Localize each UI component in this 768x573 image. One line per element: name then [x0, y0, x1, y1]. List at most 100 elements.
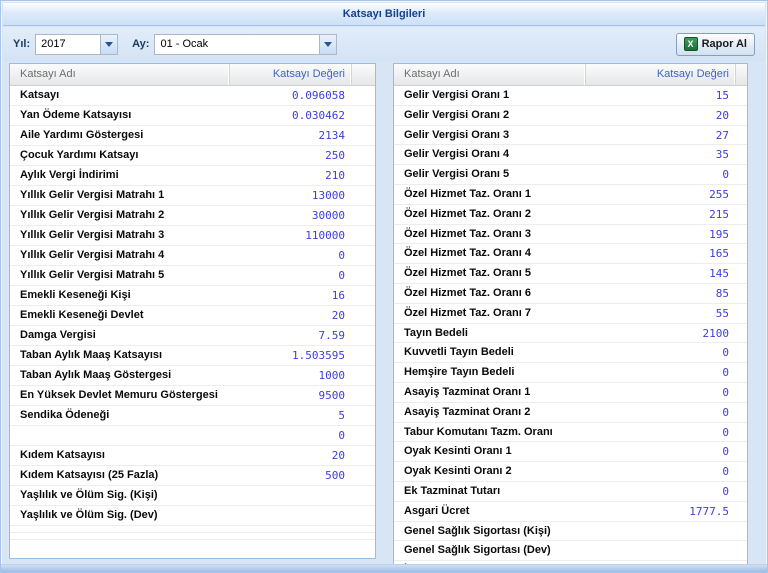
row-name: Özel Hizmet Taz. Oranı 5 [394, 264, 585, 283]
row-name: Gelir Vergisi Oranı 3 [394, 126, 585, 145]
table-row[interactable]: Kıdem Katsayısı (25 Fazla)500 [10, 466, 375, 486]
table-row[interactable]: Hemşire Tayın Bedeli0 [394, 363, 747, 383]
year-select-value: 2017 [36, 35, 100, 54]
table-row[interactable]: Yaşlılık ve Ölüm Sig. (Dev) [10, 506, 375, 526]
row-spacer [735, 442, 747, 461]
row-value: 20 [229, 446, 351, 465]
grid-header: Katsayı Adı Katsayı Değeri [394, 64, 747, 86]
table-row[interactable]: Tayın Bedeli2100 [394, 324, 747, 344]
table-row[interactable]: Yan Ödeme Katsayısı0.030462 [10, 106, 375, 126]
excel-icon: X [684, 37, 698, 51]
row-value: 0 [585, 343, 735, 362]
table-row[interactable]: Özel Hizmet Taz. Oranı 755 [394, 304, 747, 324]
table-row[interactable]: Gelir Vergisi Oranı 220 [394, 106, 747, 126]
row-name: Özel Hizmet Taz. Oranı 6 [394, 284, 585, 303]
table-row[interactable]: Özel Hizmet Taz. Oranı 2215 [394, 205, 747, 225]
name-column-header[interactable]: Katsayı Adı [394, 64, 585, 85]
table-row[interactable]: Yıllık Gelir Vergisi Matrahı 50 [10, 266, 375, 286]
table-row[interactable]: Çocuk Yardımı Katsayı250 [10, 146, 375, 166]
table-row[interactable]: Özel Hizmet Taz. Oranı 5145 [394, 264, 747, 284]
year-select-trigger[interactable] [100, 35, 117, 54]
table-row[interactable]: Taban Aylık Maaş Göstergesi1000 [10, 366, 375, 386]
row-value: 1777.5 [585, 502, 735, 521]
row-name: Hemşire Tayın Bedeli [394, 363, 585, 382]
table-row[interactable]: Asgari Ücret1777.5 [394, 502, 747, 522]
year-label: Yıl: [13, 38, 30, 50]
row-spacer [351, 346, 375, 365]
row-spacer [351, 266, 375, 285]
row-spacer [351, 386, 375, 405]
row-value: 0 [585, 442, 735, 461]
month-label: Ay: [132, 38, 149, 50]
row-spacer [735, 264, 747, 283]
month-select[interactable]: 01 - Ocak [154, 34, 337, 55]
row-value: 20 [585, 106, 735, 125]
report-button[interactable]: X Rapor Al [676, 33, 755, 56]
row-name: Kıdem Katsayısı (25 Fazla) [10, 466, 229, 485]
table-row[interactable]: Yıllık Gelir Vergisi Matrahı 3110000 [10, 226, 375, 246]
table-row[interactable]: Yaşlılık ve Ölüm Sig. (Kişi) [10, 486, 375, 506]
window-bottom-border [1, 564, 767, 572]
row-value: 55 [585, 304, 735, 323]
table-row[interactable]: Sendika Ödeneği5 [10, 406, 375, 426]
table-row[interactable]: En Yüksek Devlet Memuru Göstergesi9500 [10, 386, 375, 406]
table-row[interactable]: Tabur Komutanı Tazm. Oranı0 [394, 423, 747, 443]
table-row[interactable]: Kıdem Katsayısı20 [10, 446, 375, 466]
row-value: 0 [229, 426, 351, 445]
table-row[interactable]: Özel Hizmet Taz. Oranı 685 [394, 284, 747, 304]
row-name: Yıllık Gelir Vergisi Matrahı 3 [10, 226, 229, 245]
table-row[interactable]: Yıllık Gelir Vergisi Matrahı 40 [10, 246, 375, 266]
year-select[interactable]: 2017 [35, 34, 118, 55]
value-column-header[interactable]: Katsayı Değeri [585, 64, 735, 85]
table-row[interactable]: Genel Sağlık Sigortası (Dev) [394, 541, 747, 561]
report-button-label: Rapor Al [702, 38, 747, 50]
row-spacer [735, 205, 747, 224]
table-row[interactable]: Aylık Vergi İndirimi210 [10, 166, 375, 186]
table-row[interactable]: Asayiş Tazminat Oranı 10 [394, 383, 747, 403]
month-select-trigger[interactable] [319, 35, 336, 54]
row-value: 0.096058 [229, 86, 351, 105]
row-spacer [351, 86, 375, 105]
value-column-header[interactable]: Katsayı Değeri [229, 64, 351, 85]
table-row[interactable]: 0 [10, 426, 375, 446]
table-row[interactable]: Yıllık Gelir Vergisi Matrahı 113000 [10, 186, 375, 206]
table-row[interactable]: Özel Hizmet Taz. Oranı 1255 [394, 185, 747, 205]
row-spacer [351, 426, 375, 445]
table-row[interactable]: Genel Sağlık Sigortası (Kişi) [394, 522, 747, 542]
table-row[interactable]: Özel Hizmet Taz. Oranı 4165 [394, 244, 747, 264]
row-spacer [735, 423, 747, 442]
row-spacer [351, 366, 375, 385]
row-name: Tayın Bedeli [394, 324, 585, 343]
table-row[interactable]: Özel Hizmet Taz. Oranı 3195 [394, 225, 747, 245]
table-row[interactable]: Oyak Kesinti Oranı 20 [394, 462, 747, 482]
row-value: 210 [229, 166, 351, 185]
table-row[interactable]: Katsayı0.096058 [10, 86, 375, 106]
table-row[interactable]: Taban Aylık Maaş Katsayısı1.503595 [10, 346, 375, 366]
table-row[interactable]: Gelir Vergisi Oranı 327 [394, 126, 747, 146]
table-row[interactable]: Damga Vergisi7.59 [10, 326, 375, 346]
table-row[interactable]: Ek Tazminat Tutarı0 [394, 482, 747, 502]
row-value: 30000 [229, 206, 351, 225]
row-spacer [351, 206, 375, 225]
table-row[interactable]: Gelir Vergisi Oranı 435 [394, 145, 747, 165]
row-value: 27 [585, 126, 735, 145]
table-row[interactable]: Asayiş Tazminat Oranı 20 [394, 403, 747, 423]
table-row[interactable]: Aile Yardımı Göstergesi2134 [10, 126, 375, 146]
table-row[interactable]: Kuvvetli Tayın Bedeli0 [394, 343, 747, 363]
table-row[interactable]: Gelir Vergisi Oranı 115 [394, 86, 747, 106]
row-spacer [351, 246, 375, 265]
name-column-header[interactable]: Katsayı Adı [10, 64, 229, 85]
row-spacer [351, 466, 375, 485]
table-row[interactable]: Gelir Vergisi Oranı 50 [394, 165, 747, 185]
table-row[interactable]: Emekli Keseneği Devlet20 [10, 306, 375, 326]
row-spacer [735, 126, 747, 145]
row-value [585, 541, 735, 560]
row-spacer [351, 506, 375, 525]
row-value: 7.59 [229, 326, 351, 345]
row-name: Yıllık Gelir Vergisi Matrahı 1 [10, 186, 229, 205]
table-row[interactable]: Yıllık Gelir Vergisi Matrahı 230000 [10, 206, 375, 226]
table-row[interactable]: Emekli Keseneği Kişi16 [10, 286, 375, 306]
row-spacer [735, 304, 747, 323]
table-row[interactable]: Oyak Kesinti Oranı 10 [394, 442, 747, 462]
row-value: 215 [585, 205, 735, 224]
